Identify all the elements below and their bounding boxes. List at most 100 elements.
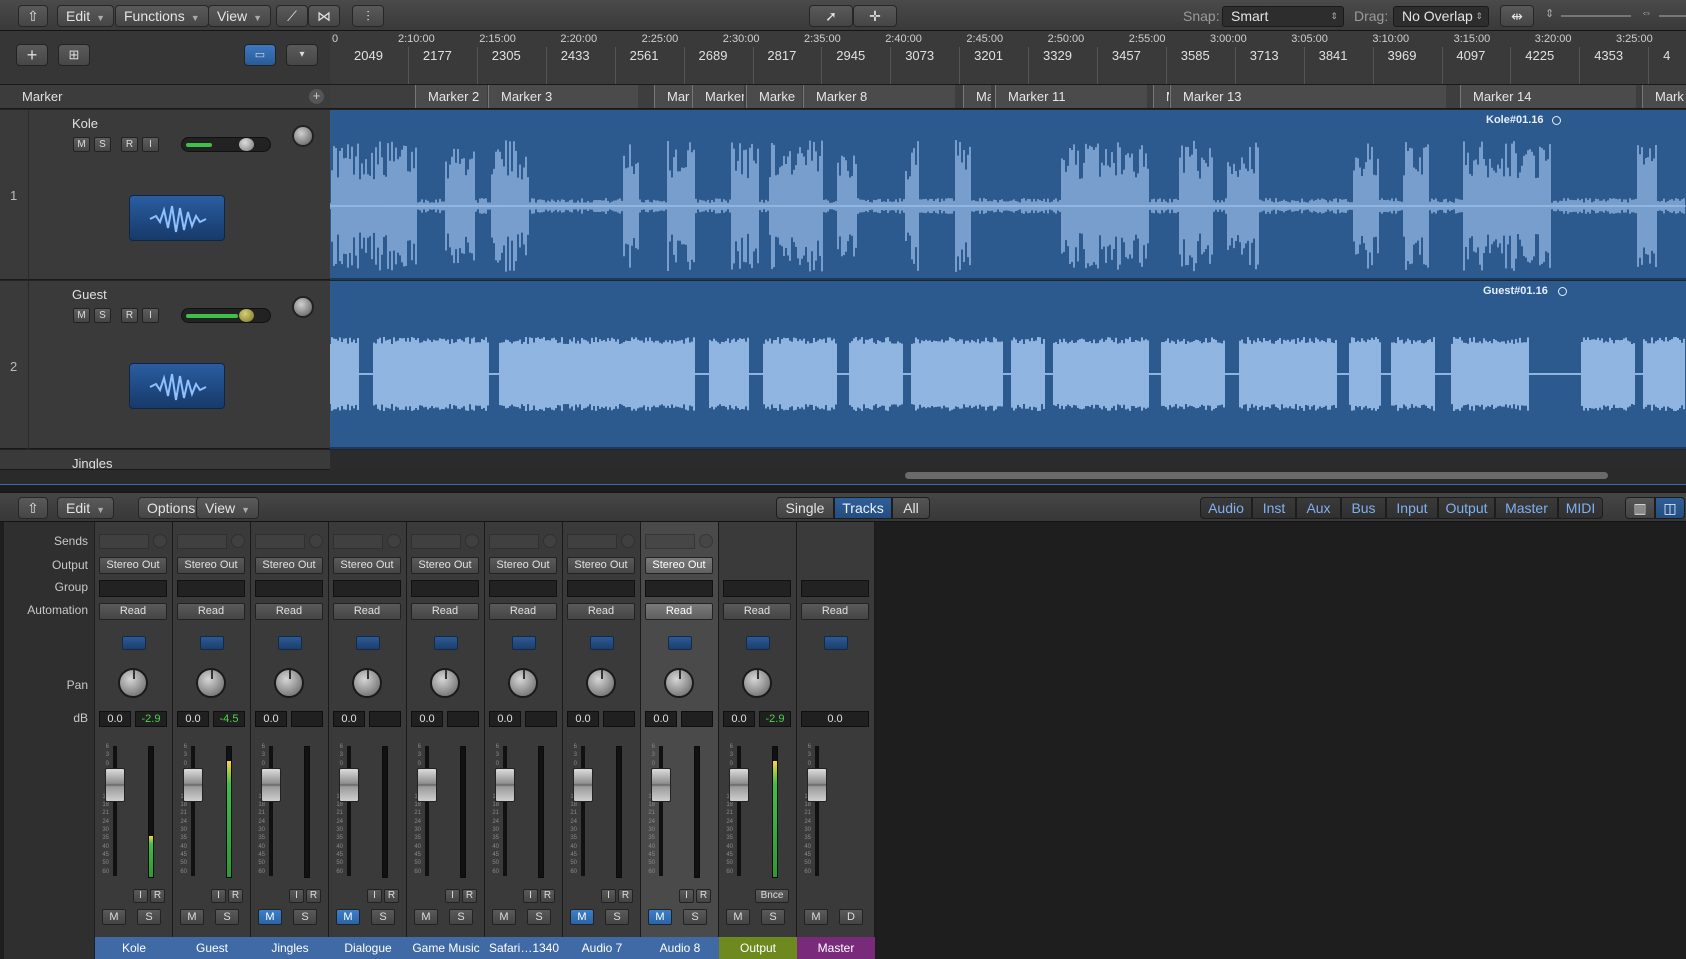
crossfade-button[interactable]: ⋈ xyxy=(308,5,340,27)
pan-knob[interactable] xyxy=(586,668,616,698)
send-slot[interactable] xyxy=(567,534,617,549)
output-button[interactable]: Stereo Out xyxy=(333,557,401,574)
input-monitor-button[interactable]: I xyxy=(211,889,226,903)
send-slot[interactable] xyxy=(255,534,305,549)
filter-inst-button[interactable]: Inst xyxy=(1252,497,1296,519)
volume-fader[interactable] xyxy=(183,768,203,802)
marker-item[interactable]: M xyxy=(1153,85,1169,108)
volume-fader[interactable] xyxy=(339,768,359,802)
up-arrow-button[interactable]: ⇧ xyxy=(18,5,48,27)
group-slot[interactable] xyxy=(333,580,401,597)
filter-output-button[interactable]: Output xyxy=(1438,497,1495,519)
volume-slider[interactable] xyxy=(181,137,271,152)
input-monitor-button[interactable]: I xyxy=(142,137,159,152)
channel-strip-jingles[interactable]: Stereo Out Read 0.0 63036915182124303540455… xyxy=(251,522,329,959)
channel-strip-game-music[interactable]: Stereo Out Read 0.0 63036915182124303540455… xyxy=(407,522,485,959)
fader-track[interactable] xyxy=(737,746,741,876)
eq-thumbnail-icon[interactable] xyxy=(668,636,692,650)
mute-button[interactable]: M xyxy=(414,909,438,925)
fader-track[interactable] xyxy=(347,746,351,876)
send-slot[interactable] xyxy=(99,534,149,549)
fader-track[interactable] xyxy=(503,746,507,876)
volume-fader[interactable] xyxy=(495,768,515,802)
mute-button[interactable]: M xyxy=(73,137,90,152)
group-slot[interactable] xyxy=(489,580,557,597)
automation-mode-button[interactable]: Read xyxy=(489,603,557,620)
input-monitor-button[interactable]: I xyxy=(523,889,538,903)
channel-strip-audio-8[interactable]: Stereo Out Read 0.0 63036915182124303540455… xyxy=(641,522,719,959)
header-menu-button[interactable]: ▾ xyxy=(286,44,318,66)
filter-button[interactable]: ⫶ xyxy=(352,5,384,27)
folder-track-button[interactable]: ⊞ xyxy=(58,44,90,66)
volume-knob[interactable] xyxy=(239,138,254,151)
group-slot[interactable] xyxy=(723,580,791,597)
timeline-ruler[interactable]: 2:10:00 2:15:00 2:20:00 2:25:00 2:30:00 2:35:… xyxy=(330,31,1686,85)
solo-button[interactable]: S xyxy=(293,909,317,925)
eq-thumbnail-icon[interactable] xyxy=(434,636,458,650)
marker-item[interactable]: Mark xyxy=(1642,85,1686,108)
record-enable-button[interactable]: R xyxy=(540,889,555,903)
filter-audio-button[interactable]: Audio xyxy=(1200,497,1252,519)
send-level-knob[interactable] xyxy=(699,534,713,548)
volume-readout[interactable]: 0.0 xyxy=(333,711,365,727)
volume-fader[interactable] xyxy=(261,768,281,802)
fader-track[interactable] xyxy=(815,746,819,876)
track-header-guest[interactable]: 2 Guest M S R I xyxy=(0,281,330,449)
solo-button[interactable]: S xyxy=(94,308,111,323)
input-monitor-button[interactable]: I xyxy=(133,889,148,903)
output-button[interactable]: Stereo Out xyxy=(177,557,245,574)
secondary-tool-button[interactable]: ✛ xyxy=(853,5,897,27)
send-level-knob[interactable] xyxy=(621,534,635,548)
filter-bus-button[interactable]: Bus xyxy=(1341,497,1386,519)
flex-toggle-button[interactable]: ▭ xyxy=(244,44,276,66)
automation-mode-button[interactable]: Read xyxy=(645,603,713,620)
volume-readout[interactable]: 0.0 xyxy=(801,711,869,727)
send-slot[interactable] xyxy=(411,534,461,549)
snap-dropdown[interactable]: Smart ⇕ xyxy=(1222,6,1344,27)
volume-slider[interactable] xyxy=(181,308,271,323)
pointer-tool-button[interactable]: ➚ xyxy=(809,5,853,27)
filter-master-button[interactable]: Master xyxy=(1495,497,1558,519)
mute-button[interactable]: M xyxy=(258,909,282,925)
channel-name[interactable]: Master xyxy=(797,937,875,959)
fader-track[interactable] xyxy=(269,746,273,876)
add-marker-button[interactable]: + xyxy=(309,89,324,104)
eq-thumbnail-icon[interactable] xyxy=(512,636,536,650)
vertical-zoom-track[interactable] xyxy=(1561,15,1631,17)
mute-button[interactable]: M xyxy=(492,909,516,925)
send-level-knob[interactable] xyxy=(543,534,557,548)
eq-thumbnail-icon[interactable] xyxy=(200,636,224,650)
solo-button[interactable]: S xyxy=(215,909,239,925)
mixer-edit-menu-button[interactable]: Edit ▼ xyxy=(57,497,115,519)
input-monitor-button[interactable]: I xyxy=(679,889,694,903)
mixer-view-menu-button[interactable]: View ▼ xyxy=(196,497,260,519)
pan-knob[interactable] xyxy=(274,668,304,698)
eq-thumbnail-icon[interactable] xyxy=(824,636,848,650)
marker-item[interactable]: Marke xyxy=(746,85,802,108)
track-lane-kole[interactable]: Kole#01.16 xyxy=(330,110,1686,280)
add-track-button[interactable]: + xyxy=(16,44,48,66)
eq-thumbnail-icon[interactable] xyxy=(746,636,770,650)
filter-aux-button[interactable]: Aux xyxy=(1296,497,1341,519)
marker-track[interactable]: Marker 2Marker 3 MarMarkerMarkeMarker 8 Ma… xyxy=(330,85,1686,109)
pan-knob[interactable] xyxy=(430,668,460,698)
mute-button[interactable]: M xyxy=(180,909,204,925)
record-enable-button[interactable]: R xyxy=(150,889,165,903)
group-slot[interactable] xyxy=(99,580,167,597)
eq-thumbnail-icon[interactable] xyxy=(122,636,146,650)
dim-button[interactable]: D xyxy=(839,909,863,925)
send-level-knob[interactable] xyxy=(309,534,323,548)
automation-mode-button[interactable]: Read xyxy=(177,603,245,620)
track-lane-jingles[interactable] xyxy=(330,450,1686,470)
horizontal-zoom-track[interactable] xyxy=(1659,15,1686,17)
solo-button[interactable]: S xyxy=(761,909,785,925)
channel-strip-dialogue[interactable]: Stereo Out Read 0.0 63036915182124303540455… xyxy=(329,522,407,959)
output-button[interactable]: Stereo Out xyxy=(567,557,635,574)
group-slot[interactable] xyxy=(801,580,869,597)
pan-knob[interactable] xyxy=(352,668,382,698)
channel-name[interactable]: Guest xyxy=(173,937,251,959)
automation-mode-button[interactable]: Read xyxy=(99,603,167,620)
fader-track[interactable] xyxy=(581,746,585,876)
channel-name[interactable]: Jingles xyxy=(251,937,329,959)
track-header-jingles[interactable]: Jingles xyxy=(0,450,330,470)
